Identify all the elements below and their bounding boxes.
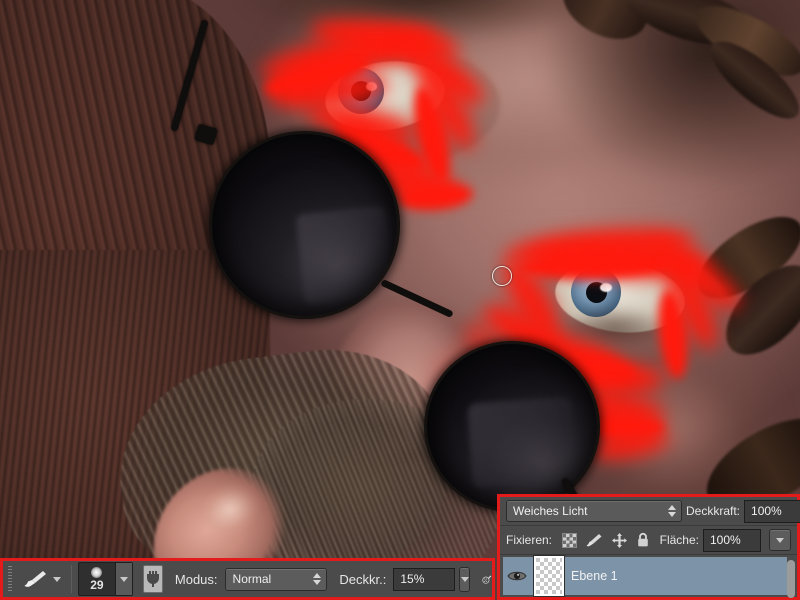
layer-fill-value: 100% [710,533,741,547]
toolbar-divider [70,565,72,593]
layer-list[interactable]: Ebene 1 [500,555,797,598]
chevron-down-icon [460,576,469,582]
brush-size-value: 29 [90,578,104,592]
brush-size-picker[interactable]: 29 [77,562,133,596]
select-spinner-icon [313,573,322,585]
lock-transparency-icon[interactable] [562,532,578,548]
layer-opacity-input[interactable]: 100% [744,499,800,523]
glasses-lens-facet-lower [467,396,578,489]
screenshot-root: 29 Modus: Normal Deckkr.: 15% Weiches Li… [0,0,800,600]
opacity-value: 15% [400,572,425,586]
lock-label: Fixieren: [506,533,553,547]
lock-buttons-group [562,532,650,548]
fill-label: Fläche: [659,533,699,547]
chevron-down-icon [52,576,61,582]
layer-blend-mode-value: Weiches Licht [513,504,588,518]
chevron-down-icon [776,537,784,543]
layers-panel-lock-row: Fixieren: Fläche: 100% [500,526,797,555]
opacity-input[interactable]: 15% [393,567,456,591]
opacity-slider-button[interactable] [459,566,470,592]
list-item[interactable]: Ebene 1 [503,556,787,596]
opacity-label: Deckkr.: [339,571,387,587]
photo-eye-glint-right [600,283,612,292]
brush-size-dropdown-arrow[interactable] [114,563,132,595]
layer-thumbnail[interactable] [534,556,564,596]
eye-icon[interactable] [507,569,527,583]
brush-tool-preset-picker[interactable] [18,566,65,592]
layer-opacity-value: 100% [751,504,782,518]
paintbrush-icon [24,571,46,587]
brush-cursor-circle [492,266,512,286]
layers-panel[interactable]: Weiches Licht Deckkraft: 100% Fixieren: [497,494,800,600]
blend-mode-value: Normal [232,572,272,586]
blend-mode-select[interactable]: Normal [224,567,328,591]
layer-name: Ebene 1 [571,569,618,583]
lock-all-icon[interactable] [636,532,650,548]
brush-size-preview: 29 [79,563,115,595]
airbrush-icon[interactable] [482,566,492,592]
photo-eye-glint-left [366,82,377,91]
chevron-down-icon [119,576,128,582]
layer-fill-slider-button[interactable] [769,529,791,551]
photo-eye-shadow-right [540,300,690,360]
tablet-pressure-icon [146,571,159,587]
brush-options-bar[interactable]: 29 Modus: Normal Deckkr.: 15% [0,558,495,600]
layer-fill-input[interactable]: 100% [703,528,761,552]
select-spinner-icon [668,505,676,517]
brush-tip-icon [91,567,103,578]
mode-label: Modus: [174,571,218,587]
layers-panel-blend-row: Weiches Licht Deckkraft: 100% [500,497,800,526]
glasses-lens-facet-upper [295,205,395,305]
lock-image-pixels-icon[interactable] [586,533,603,548]
tablet-pressure-toggle[interactable] [142,565,163,593]
layer-opacity-label: Deckkraft: [686,504,741,518]
lock-position-icon[interactable] [612,532,628,548]
layer-list-scroll-thumb[interactable] [787,560,795,598]
layer-list-scrollbar[interactable] [787,557,796,598]
toolbar-grip[interactable] [8,566,12,592]
layer-blend-mode-select[interactable]: Weiches Licht [506,500,682,522]
